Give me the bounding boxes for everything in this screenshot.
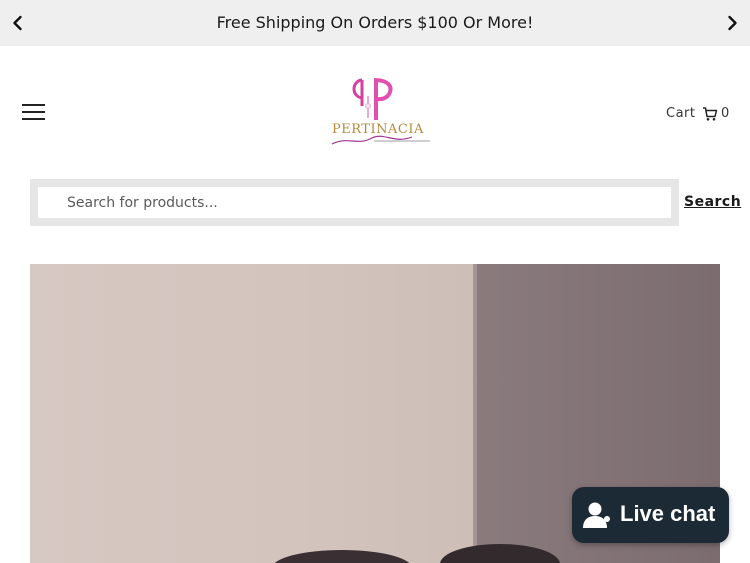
cart-label: Cart bbox=[666, 106, 696, 121]
svg-text:PERTINACIA: PERTINACIA bbox=[332, 122, 424, 137]
search-input[interactable] bbox=[38, 187, 671, 218]
hamburger-menu-icon[interactable] bbox=[22, 104, 46, 122]
search-button[interactable]: Search bbox=[684, 194, 741, 210]
cart-count: 0 bbox=[721, 106, 730, 121]
cart-icon bbox=[702, 106, 718, 122]
live-chat-label: Live chat bbox=[620, 501, 716, 526]
chat-person-icon bbox=[581, 501, 615, 529]
store-logo[interactable]: PERTINACIA bbox=[328, 74, 434, 152]
announcement-bar: Free Shipping On Orders $100 Or More! bbox=[0, 0, 750, 46]
announcement-text: Free Shipping On Orders $100 Or More! bbox=[216, 13, 534, 32]
search-frame bbox=[30, 179, 679, 226]
chevron-right-icon[interactable] bbox=[722, 13, 742, 33]
live-chat-button[interactable]: Live chat bbox=[572, 487, 729, 543]
